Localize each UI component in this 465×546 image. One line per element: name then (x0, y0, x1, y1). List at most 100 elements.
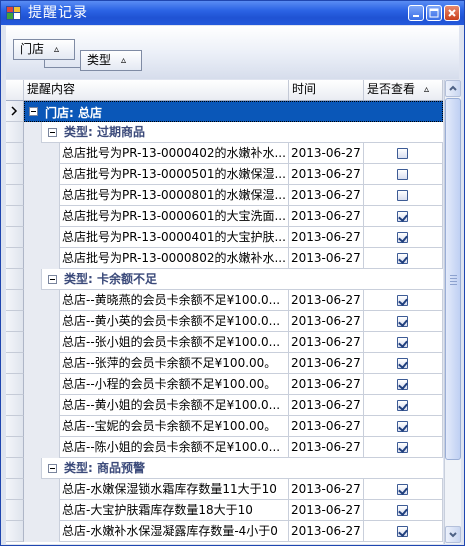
row-indicator[interactable] (6, 374, 24, 395)
cell-viewed[interactable] (364, 521, 443, 542)
cell-viewed[interactable] (364, 500, 443, 521)
cell-content[interactable]: 总店--张小姐的会员卡余额不足¥100.0... (60, 332, 289, 353)
cell-content[interactable]: 总店--黄小英的会员卡余额不足¥100.0... (60, 311, 289, 332)
table-row[interactable]: 总店批号为PR-13-0000601的大宝洗面... 2013-06-27 (6, 206, 443, 227)
table-row[interactable]: 总店-水嫩补水保湿凝露库存数量-4小于0 2013-06-27 (6, 521, 443, 542)
table-row[interactable]: 总店-大宝护肤霜库存数量18大于10 2013-06-27 (6, 500, 443, 521)
cell-viewed[interactable] (364, 290, 443, 311)
table-row[interactable]: 总店批号为PR-13-0000501的水嫩保湿... 2013-06-27 (6, 164, 443, 185)
minimize-button[interactable] (408, 5, 424, 21)
viewed-checkbox[interactable] (397, 190, 408, 201)
row-indicator[interactable] (6, 248, 24, 269)
table-row[interactable]: 总店批号为PR-13-0000801的水嫩保湿... 2013-06-27 (6, 185, 443, 206)
cell-content[interactable]: 总店--陈小姐的会员卡余额不足¥100.0... (60, 437, 289, 458)
cell-viewed[interactable] (364, 143, 443, 164)
type-group-header[interactable]: 类型: 商品预警 (24, 458, 443, 479)
viewed-checkbox[interactable] (397, 211, 408, 222)
type-group-header[interactable]: 类型: 过期商品 (24, 122, 443, 143)
table-row[interactable]: 总店--张小姐的会员卡余额不足¥100.0... 2013-06-27 (6, 332, 443, 353)
table-row[interactable]: 总店批号为PR-13-0000802的水嫩补水... 2013-06-27 (6, 248, 443, 269)
cell-content[interactable]: 总店-水嫩保湿锁水霜库存数量11大于10 (60, 479, 289, 500)
viewed-checkbox[interactable] (397, 232, 408, 243)
table-row[interactable]: 总店--黄晓燕的会员卡余额不足¥100.0... 2013-06-27 (6, 290, 443, 311)
row-indicator[interactable] (6, 122, 24, 143)
viewed-checkbox[interactable] (397, 316, 408, 327)
group-chip-store[interactable]: 门店 ▵ (13, 39, 75, 60)
column-header-content[interactable]: 提醒内容 (24, 80, 289, 100)
table-row[interactable]: 总店批号为PR-13-0000402的水嫩补水... 2013-06-27 (6, 143, 443, 164)
table-row[interactable]: 总店-水嫩保湿锁水霜库存数量11大于10 2013-06-27 (6, 479, 443, 500)
table-row[interactable]: 总店--陈小姐的会员卡余额不足¥100.0... 2013-06-27 (6, 437, 443, 458)
table-row[interactable]: 总店批号为PR-13-0000401的大宝护肤... 2013-06-27 (6, 227, 443, 248)
cell-time[interactable]: 2013-06-27 (289, 395, 364, 416)
table-row[interactable]: 总店--宝妮的会员卡余额不足¥100.00。 2013-06-27 (6, 416, 443, 437)
type-group-header[interactable]: 类型: 卡余额不足 (24, 269, 443, 290)
row-indicator[interactable] (6, 227, 24, 248)
viewed-checkbox[interactable] (397, 253, 408, 264)
viewed-checkbox[interactable] (397, 421, 408, 432)
row-indicator[interactable] (6, 458, 24, 479)
cell-content[interactable]: 总店--小程的会员卡余额不足¥100.00。 (60, 374, 289, 395)
cell-content[interactable]: 总店--张萍的会员卡余额不足¥100.00。 (60, 353, 289, 374)
cell-time[interactable]: 2013-06-27 (289, 311, 364, 332)
column-header-time[interactable]: 时间 (289, 80, 364, 100)
table-row[interactable]: 总店--黄小姐的会员卡余额不足¥100.0... 2013-06-27 (6, 395, 443, 416)
cell-time[interactable]: 2013-06-27 (289, 143, 364, 164)
cell-time[interactable]: 2013-06-27 (289, 332, 364, 353)
cell-time[interactable]: 2013-06-27 (289, 248, 364, 269)
cell-content[interactable]: 总店-大宝护肤霜库存数量18大于10 (60, 500, 289, 521)
viewed-checkbox[interactable] (397, 442, 408, 453)
viewed-checkbox[interactable] (397, 295, 408, 306)
column-header-viewed[interactable]: 是否查看 ▵ (364, 80, 443, 100)
row-indicator[interactable] (6, 185, 24, 206)
cell-viewed[interactable] (364, 374, 443, 395)
cell-content[interactable]: 总店批号为PR-13-0000601的大宝洗面... (60, 206, 289, 227)
group-row-type[interactable]: 类型: 商品预警 (6, 458, 443, 479)
cell-time[interactable]: 2013-06-27 (289, 500, 364, 521)
cell-content[interactable]: 总店--黄晓燕的会员卡余额不足¥100.0... (60, 290, 289, 311)
viewed-checkbox[interactable] (397, 379, 408, 390)
cell-viewed[interactable] (364, 248, 443, 269)
cell-viewed[interactable] (364, 164, 443, 185)
cell-content[interactable]: 总店--黄小姐的会员卡余额不足¥100.0... (60, 395, 289, 416)
cell-time[interactable]: 2013-06-27 (289, 227, 364, 248)
row-indicator[interactable] (6, 164, 24, 185)
row-indicator[interactable] (6, 479, 24, 500)
row-indicator[interactable] (6, 269, 24, 290)
cell-viewed[interactable] (364, 185, 443, 206)
cell-viewed[interactable] (364, 332, 443, 353)
scroll-thumb[interactable] (445, 98, 461, 460)
table-row[interactable]: 总店--黄小英的会员卡余额不足¥100.0... 2013-06-27 (6, 311, 443, 332)
viewed-checkbox[interactable] (397, 358, 408, 369)
cell-viewed[interactable] (364, 437, 443, 458)
row-indicator[interactable] (6, 206, 24, 227)
row-indicator[interactable] (6, 101, 24, 122)
cell-time[interactable]: 2013-06-27 (289, 290, 364, 311)
viewed-checkbox[interactable] (397, 526, 408, 537)
cell-content[interactable]: 总店--宝妮的会员卡余额不足¥100.00。 (60, 416, 289, 437)
row-indicator[interactable] (6, 353, 24, 374)
group-row-store[interactable]: 门店: 总店 (6, 101, 443, 122)
group-chip-type[interactable]: 类型 ▵ (80, 50, 142, 71)
row-indicator[interactable] (6, 416, 24, 437)
scroll-up-button[interactable] (445, 80, 461, 97)
collapse-icon[interactable] (48, 128, 57, 137)
collapse-icon[interactable] (48, 275, 57, 284)
cell-time[interactable]: 2013-06-27 (289, 353, 364, 374)
cell-time[interactable]: 2013-06-27 (289, 185, 364, 206)
group-row-type[interactable]: 类型: 卡余额不足 (6, 269, 443, 290)
cell-viewed[interactable] (364, 227, 443, 248)
viewed-checkbox[interactable] (397, 148, 408, 159)
cell-viewed[interactable] (364, 311, 443, 332)
viewed-checkbox[interactable] (397, 169, 408, 180)
cell-viewed[interactable] (364, 395, 443, 416)
cell-time[interactable]: 2013-06-27 (289, 479, 364, 500)
row-indicator[interactable] (6, 437, 24, 458)
scroll-down-button[interactable] (445, 526, 461, 543)
cell-content[interactable]: 总店批号为PR-13-0000801的水嫩保湿... (60, 185, 289, 206)
table-row[interactable]: 总店--小程的会员卡余额不足¥100.00。 2013-06-27 (6, 374, 443, 395)
viewed-checkbox[interactable] (397, 400, 408, 411)
row-indicator[interactable] (6, 521, 24, 542)
cell-time[interactable]: 2013-06-27 (289, 437, 364, 458)
group-row-type[interactable]: 类型: 过期商品 (6, 122, 443, 143)
